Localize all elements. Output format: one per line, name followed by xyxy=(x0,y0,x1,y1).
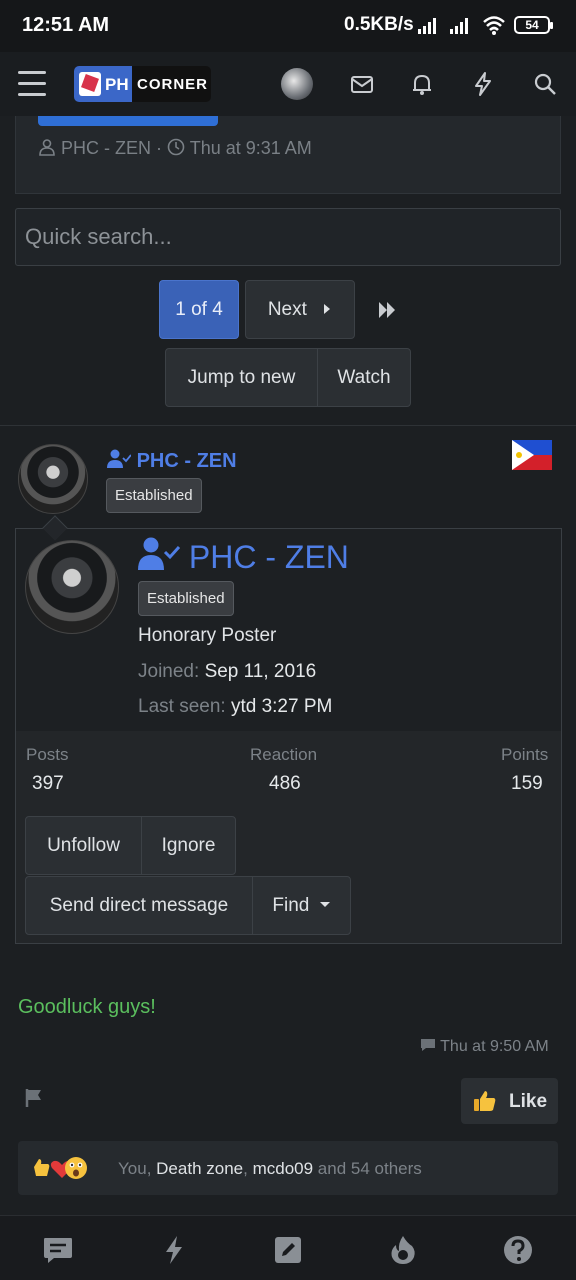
inbox-icon[interactable] xyxy=(348,70,376,98)
logo-ph-text: PH xyxy=(105,75,129,94)
philippines-flag-icon xyxy=(512,440,552,470)
find-dropdown-button[interactable]: Find xyxy=(252,876,351,935)
last-page-icon[interactable] xyxy=(366,288,410,332)
previous-card-button[interactable] xyxy=(38,116,218,126)
joined-label: Joined: xyxy=(138,661,200,682)
next-page-label: Next xyxy=(267,299,307,320)
next-page-button[interactable]: Next xyxy=(245,280,355,339)
member-badge: Established xyxy=(138,581,234,616)
member-joined: Joined: Sep 11, 2016 xyxy=(138,661,316,683)
lightning-icon[interactable] xyxy=(469,70,497,98)
like-label: Like xyxy=(509,1091,548,1112)
joined-value: Sep 11, 2016 xyxy=(204,661,317,682)
menu-icon[interactable] xyxy=(18,71,46,97)
status-bar: 12:51 AM 0.5KB/s 54 xyxy=(0,0,576,52)
caret-down-icon xyxy=(319,902,330,907)
send-message-button[interactable]: Send direct message xyxy=(25,876,253,935)
report-flag-icon[interactable] xyxy=(24,1088,44,1108)
member-username-text[interactable]: PHC - ZEN xyxy=(189,539,349,575)
ignore-button[interactable]: Ignore xyxy=(141,816,236,875)
previous-thread-card: PHC - ZEN · Thu at 9:31 AM xyxy=(15,116,561,194)
meta-separator: · xyxy=(156,138,163,158)
app-header: PH CORNER xyxy=(0,52,576,116)
member-title: Honorary Poster xyxy=(138,625,277,646)
edit-note-icon xyxy=(421,1039,435,1051)
member-last-seen: Last seen: ytd 3:27 PM xyxy=(138,696,332,718)
reactions-bar[interactable]: You, Death zone, mcdo09 and 54 others xyxy=(18,1141,558,1195)
wifi-icon xyxy=(483,16,505,35)
member-avatar[interactable] xyxy=(25,540,119,634)
quick-search-input[interactable] xyxy=(15,208,561,266)
signal-icon-2 xyxy=(450,16,472,34)
bottom-nav xyxy=(0,1215,576,1280)
new-post-icon[interactable] xyxy=(272,1234,304,1266)
post-author-avatar[interactable] xyxy=(18,444,88,514)
post-time-text[interactable]: Thu at 9:50 AM xyxy=(440,1038,549,1055)
posts-value: 397 xyxy=(32,773,64,794)
member-tooltip: PHC - ZEN Established Honorary Poster Jo… xyxy=(15,515,562,944)
reactions-summary[interactable]: You, Death zone, mcdo09 and 54 others xyxy=(118,1159,422,1179)
trending-fire-icon[interactable] xyxy=(387,1234,419,1266)
reaction-user-2[interactable]: mcdo09 xyxy=(253,1159,313,1178)
logo-cube-icon xyxy=(79,72,101,96)
user-check-icon xyxy=(107,449,132,468)
reaction-user-1[interactable]: Death zone xyxy=(156,1159,243,1178)
post-author-badge: Established xyxy=(106,478,202,513)
clock-icon xyxy=(167,138,185,156)
jump-to-new-button[interactable]: Jump to new xyxy=(165,348,318,407)
reaction-comma: , xyxy=(243,1159,248,1178)
help-icon[interactable] xyxy=(502,1234,534,1266)
network-speed: 0.5KB/s xyxy=(344,14,414,35)
user-avatar[interactable] xyxy=(281,68,313,100)
post-author-name[interactable]: PHC - ZEN xyxy=(137,450,237,472)
reaction-you: You, xyxy=(118,1159,152,1178)
reaction-others[interactable]: and 54 others xyxy=(318,1159,422,1178)
previous-post-meta: PHC - ZEN · Thu at 9:31 AM xyxy=(38,138,312,159)
member-username[interactable]: PHC - ZEN xyxy=(138,537,349,576)
find-label: Find xyxy=(272,895,310,916)
last-seen-value: ytd 3:27 PM xyxy=(230,696,333,717)
battery-icon: 54 xyxy=(514,16,553,34)
user-check-icon xyxy=(138,537,181,570)
reaction-label: Reaction xyxy=(250,745,318,764)
bell-icon[interactable] xyxy=(408,70,436,98)
caret-right-icon xyxy=(324,304,331,314)
post-author[interactable]: PHC - ZEN xyxy=(107,449,237,473)
points-label: Points xyxy=(501,745,549,764)
reaction-emojis-icon xyxy=(34,1157,87,1179)
site-logo[interactable]: PH CORNER xyxy=(74,66,211,102)
previous-post-author[interactable]: PHC - ZEN xyxy=(61,138,151,158)
post-message: Goodluck guys! xyxy=(18,996,156,1018)
whats-new-icon[interactable] xyxy=(158,1234,190,1266)
page-indicator-button[interactable]: 1 of 4 xyxy=(159,280,239,339)
section-divider xyxy=(0,425,576,426)
reaction-value: 486 xyxy=(269,773,301,794)
logo-corner-text: CORNER xyxy=(137,76,209,93)
previous-post-time: Thu at 9:31 AM xyxy=(189,138,312,158)
status-time: 12:51 AM xyxy=(22,14,110,36)
search-icon[interactable] xyxy=(531,70,559,98)
thumbs-up-icon xyxy=(474,1091,496,1111)
like-button[interactable]: Like xyxy=(461,1078,558,1124)
forums-icon[interactable] xyxy=(42,1234,74,1266)
points-value: 159 xyxy=(511,773,543,794)
posts-label: Posts xyxy=(26,745,69,764)
watch-button[interactable]: Watch xyxy=(317,348,411,407)
user-icon xyxy=(39,139,55,156)
last-seen-label: Last seen: xyxy=(138,696,226,717)
post-timestamp[interactable]: Thu at 9:50 AM xyxy=(420,1038,549,1056)
signal-icon xyxy=(418,16,440,34)
unfollow-button[interactable]: Unfollow xyxy=(25,816,142,875)
